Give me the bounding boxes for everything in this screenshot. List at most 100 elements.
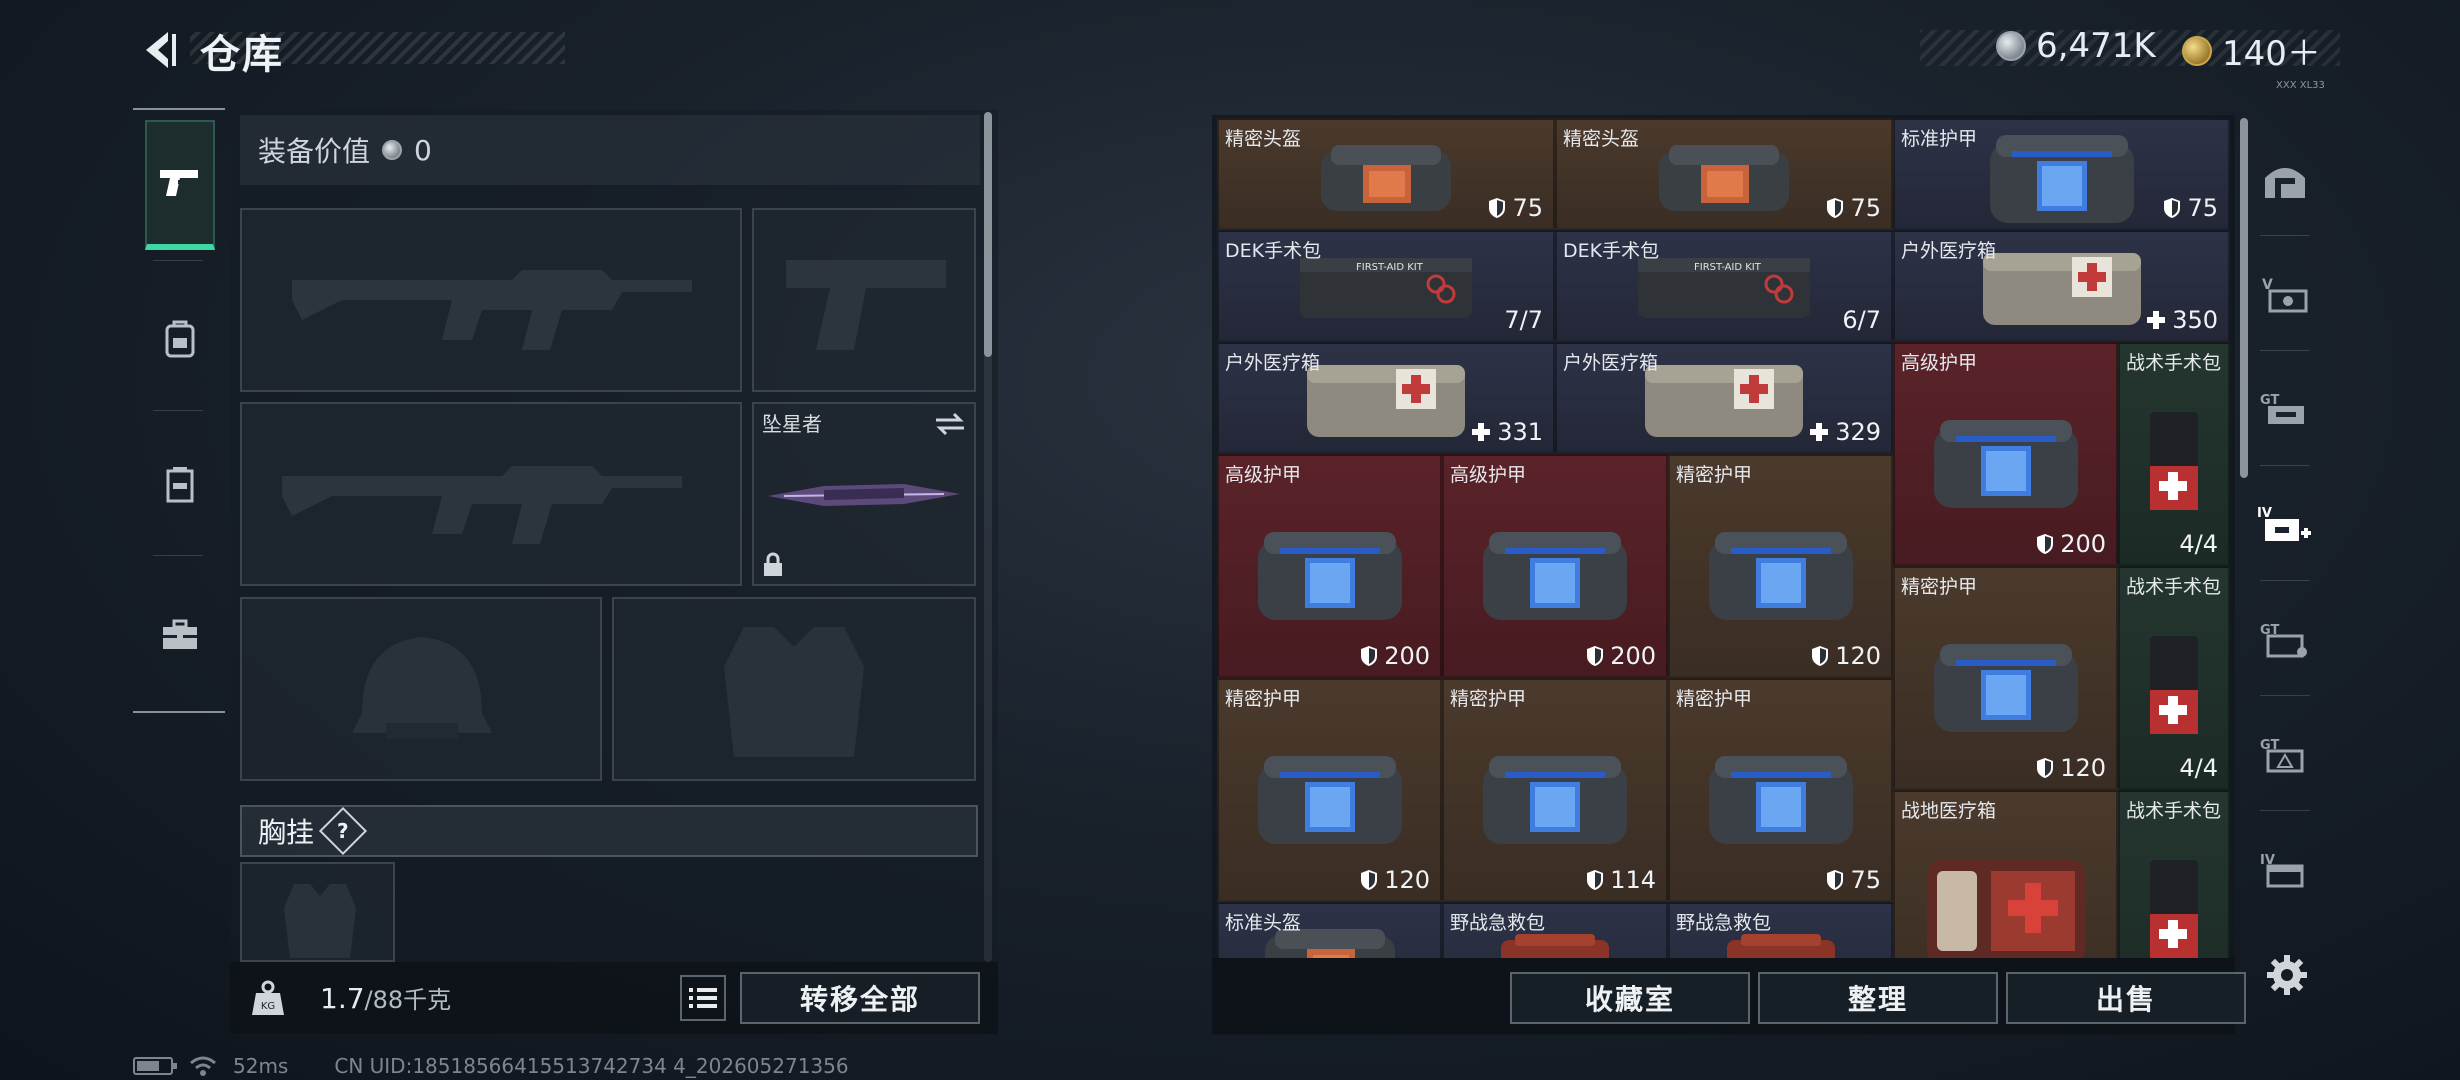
item-name: 精密护甲 [1450,688,1527,710]
durability-shield-icon [1587,646,1604,666]
inventory-item-medbag[interactable]: 户外医疗箱 350 [1893,230,2230,342]
inventory-grid: 精密头盔 75 精密头盔 75 标准护甲 75 FIRST-AID KIT DEK手术包 7/7… [1217,118,2230,958]
item-name: 精密护甲 [1225,688,1302,710]
gold-currency[interactable]: 140＋ [2182,26,2321,75]
inventory-item-medbag[interactable]: 户外医疗箱 331 [1217,342,1555,454]
armor-image [1926,406,2086,520]
inventory-item-helmet[interactable]: 精密头盔 75 [1217,118,1555,230]
helmet-image [1311,131,1461,225]
nav-rig[interactable] [145,420,215,550]
inventory-item-tacsurg[interactable]: 战术手术包 [2118,790,2230,958]
durability-shield-icon [1361,646,1378,666]
nav-backpack[interactable] [145,275,215,405]
tacsurg-image [2144,630,2204,744]
secondary-weapon-slot[interactable] [752,208,976,392]
inventory-item-surgkit[interactable]: FIRST-AID KIT DEK手术包 7/7 [1217,230,1555,342]
uid-readout: CN UID:18518566415513742734 4_2026052713… [334,1054,849,1078]
inventory-item-armor[interactable]: 精密护甲 120 [1893,566,2118,790]
nav-case[interactable] [145,570,215,700]
item-name: 精密护甲 [1676,464,1753,486]
inventory-item-armor[interactable]: 高级护甲 200 [1442,454,1668,678]
value-coin-icon [382,140,403,160]
swap-icon[interactable] [934,412,966,436]
back-button[interactable] [130,24,190,76]
inventory-item-armor[interactable]: 高级护甲 200 [1217,454,1442,678]
inventory-item-medbag[interactable]: 户外医疗箱 329 [1555,342,1893,454]
surgkit-image: FIRST-AID KIT [1634,248,1814,332]
medbag-image [1639,355,1809,449]
inventory-item-armor[interactable]: 精密护甲 114 [1442,678,1668,902]
inventory-item-armor[interactable]: 精密护甲 75 [1668,678,1893,902]
nav-weapons[interactable] [145,120,215,250]
item-name: 标准护甲 [1901,128,1978,150]
item-name: 战术手术包 [2126,576,2222,598]
chest-rig-label: 胸挂 [258,816,315,849]
durability-shield-icon [1827,870,1844,890]
backpack-icon [165,320,195,358]
item-value-text: 120 [1384,866,1430,894]
inventory-item-redcase[interactable]: 野战急救包 [1442,902,1668,958]
storage-v-icon: V [2262,277,2308,313]
item-name: 战术手术包 [2126,800,2222,822]
sell-button[interactable]: 出售 [2006,972,2246,1024]
rig-help-button[interactable]: ? [318,806,368,856]
durability-shield-icon [1587,870,1604,890]
rail-item-4[interactable]: IV [2248,470,2322,580]
organize-button[interactable]: 整理 [1758,972,1998,1024]
armor-image [1926,630,2086,744]
melee-name: 坠星者 [762,412,822,436]
rail-item-3[interactable]: GT [2248,355,2322,465]
item-value: 4/4 [2179,530,2218,558]
melee-slot[interactable]: 坠星者 [752,402,976,586]
inventory-item-armor[interactable]: 标准护甲 75 [1893,118,2230,230]
item-name: 精密头盔 [1225,128,1302,150]
inventory-item-helmet[interactable]: 精密头盔 75 [1555,118,1893,230]
rail-item-5[interactable]: GT [2248,585,2322,695]
rail-item-2[interactable]: V [2248,240,2322,350]
inventory-item-armor[interactable]: 精密护甲 120 [1668,454,1893,678]
secondary-rifle-slot[interactable] [240,402,742,586]
inventory-item-redcase[interactable]: 野战急救包 [1668,902,1893,958]
item-value-text: 114 [1610,866,1656,894]
armor-image [1701,518,1861,632]
item-value: 75 [2163,194,2218,222]
item-value-text: 75 [2187,194,2218,222]
inventory-item-armor[interactable]: 精密护甲 120 [1217,678,1442,902]
rail-item-6[interactable]: GT [2248,700,2322,810]
item-name: 户外医疗箱 [1563,352,1659,374]
inventory-item-armor[interactable]: 高级护甲 200 [1893,342,2118,566]
storage-gt3-icon: GT [2260,738,2304,773]
item-value: 6/7 [1842,306,1881,334]
inventory-item-tacsurg[interactable]: 战术手术包 4/4 [2118,566,2230,790]
inventory-item-surgkit[interactable]: FIRST-AID KIT DEK手术包 6/7 [1555,230,1893,342]
durability-shield-icon [2037,534,2054,554]
list-view-button[interactable] [680,975,726,1021]
rail-item-1[interactable] [2248,125,2322,235]
primary-weapon-slot[interactable] [240,208,742,392]
throwing-blade-icon [768,484,960,506]
inventory-item-firstaid[interactable]: 战地医疗箱 [1893,790,2118,958]
chest-rig-slot[interactable] [240,862,395,962]
item-value: 120 [1360,866,1430,894]
durability-shield-icon [2037,758,2054,778]
armor-image [1475,518,1635,632]
loadout-scrollbar[interactable] [984,112,992,357]
armor-image [1701,742,1861,856]
inventory-item-tacsurg[interactable]: 战术手术包 4/4 [2118,342,2230,566]
transfer-all-button[interactable]: 转移全部 [740,972,980,1024]
rail-item-7[interactable]: IV [2248,815,2322,925]
item-value-text: 200 [1384,642,1430,670]
right-rail: V GT IV GT GT IV [2248,115,2322,955]
help-icon: ? [337,818,349,843]
inventory-item-helmet[interactable]: 标准头盔 [1217,902,1442,958]
tacsurg-image [2144,406,2204,520]
item-value-text: 331 [1497,418,1543,446]
inventory-scrollbar[interactable] [2240,118,2248,478]
armor-slot[interactable] [612,597,976,781]
settings-button[interactable] [2262,950,2312,1000]
helmet-slot[interactable] [240,597,602,781]
durability-shield-icon [1489,198,1506,218]
helmet-silhouette-icon [352,637,492,739]
collection-room-button[interactable]: 收藏室 [1510,972,1750,1024]
item-value: 4/4 [2179,754,2218,782]
